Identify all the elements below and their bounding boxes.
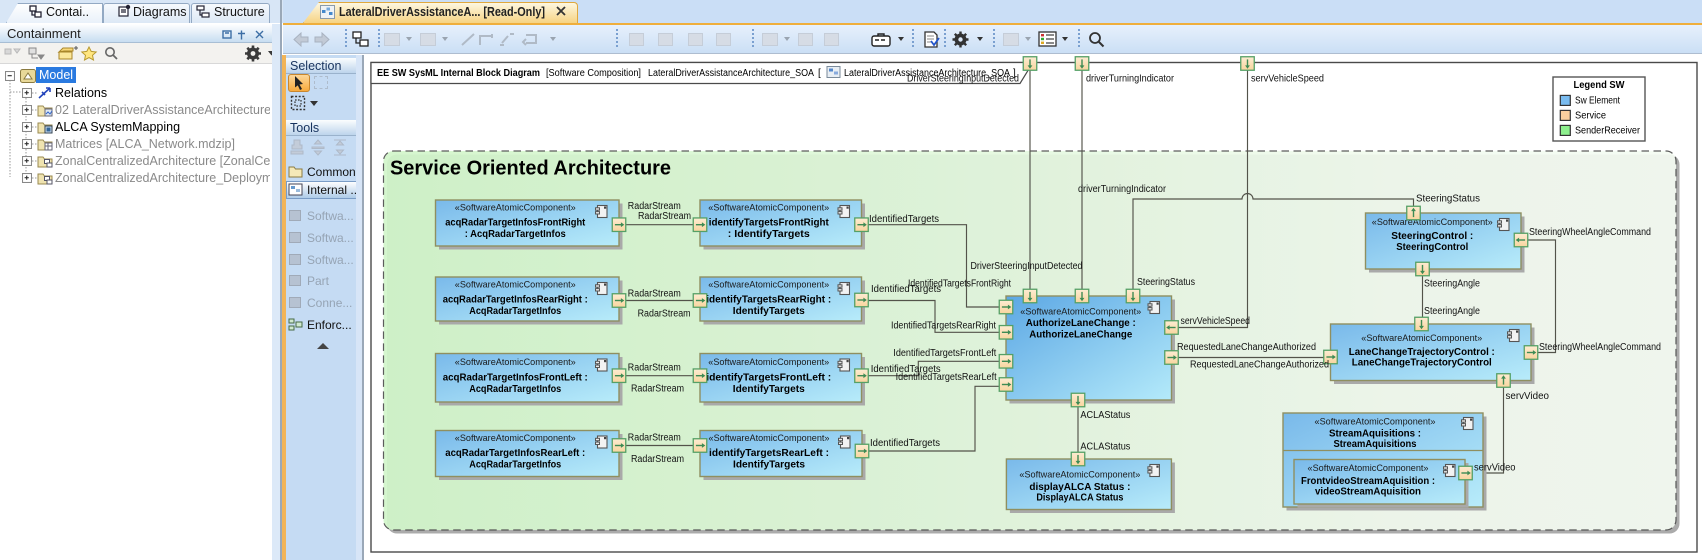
svg-text:[Software Composition]: [Software Composition] [546,68,641,79]
svg-text:displayALCA Status :: displayALCA Status : [1029,482,1130,493]
svg-text:LaneChangeTrajectoryControl: LaneChangeTrajectoryControl [1352,358,1492,369]
svg-text:RadarStream: RadarStream [638,211,691,222]
svg-text:RadarStream: RadarStream [628,433,681,444]
svg-text:AcqRadarTargetInfos: AcqRadarTargetInfos [469,306,561,317]
svg-text:LateralDriverAssistanceA... [R: LateralDriverAssistanceA... [Read-Only] [339,5,545,19]
svg-text:DriverSteeringInputDetected: DriverSteeringInputDetected [971,261,1083,272]
svg-text:IdentifyTargets: IdentifyTargets [733,306,805,317]
svg-text:servVideo: servVideo [1474,462,1516,473]
svg-text:identifyTargetsFrontLeft :: identifyTargetsFrontLeft : [706,372,831,383]
svg-text:servVehicleSpeed: servVehicleSpeed [1181,316,1251,327]
svg-text:AuthorizeLaneChange: AuthorizeLaneChange [1029,330,1132,341]
svg-text:RadarStream: RadarStream [628,289,681,300]
svg-text:RadarStream: RadarStream [638,308,691,319]
svg-text:«SoftwareAtomicComponent»: «SoftwareAtomicComponent» [1372,217,1493,228]
svg-text:DriverSteeringInputDetected: DriverSteeringInputDetected [907,73,1019,84]
svg-text:«SoftwareAtomicComponent»: «SoftwareAtomicComponent» [708,357,829,368]
svg-text:acqRadarTargetInfosRearRight :: acqRadarTargetInfosRearRight : [443,294,588,305]
svg-text:IdentifiedTargetsRearLeft: IdentifiedTargetsRearLeft [896,372,997,383]
svg-text:«SoftwareAtomicComponent»: «SoftwareAtomicComponent» [455,357,576,368]
svg-text:acqRadarTargetInfosFrontRight: acqRadarTargetInfosFrontRight [445,218,586,229]
svg-text:RadarStream: RadarStream [631,383,684,394]
svg-text:«SoftwareAtomicComponent»: «SoftwareAtomicComponent» [1361,333,1482,344]
svg-text:Sw Element: Sw Element [1575,95,1620,106]
svg-text:LaneChangeTrajectoryControl :: LaneChangeTrajectoryControl : [1349,347,1495,358]
svg-text:IdentifiedTargets: IdentifiedTargets [870,438,940,449]
svg-text:«SoftwareAtomicComponent»: «SoftwareAtomicComponent» [708,280,829,291]
svg-text:EE SW SysML Internal Block Dia: EE SW SysML Internal Block Diagram [377,68,540,79]
svg-text:IdentifiedTargetsFrontRight: IdentifiedTargetsFrontRight [908,278,1011,289]
svg-text:servVideo: servVideo [1506,391,1550,402]
svg-text:DisplayALCA Status: DisplayALCA Status [1036,493,1123,504]
svg-text:Service: Service [1575,110,1606,121]
svg-text:IdentifyTargets: IdentifyTargets [733,460,805,471]
svg-text:AcqRadarTargetInfos: AcqRadarTargetInfos [469,460,561,471]
svg-text:acqRadarTargetInfosRearLeft :: acqRadarTargetInfosRearLeft : [445,448,585,459]
svg-text:: AcqRadarTargetInfos: : AcqRadarTargetInfos [465,229,566,240]
svg-text:identifyTargetsRearLeft :: identifyTargetsRearLeft : [709,448,829,459]
svg-text:identifyTargetsFrontRight: identifyTargetsFrontRight [709,218,830,229]
svg-text:SteeringWheelAngleCommand: SteeringWheelAngleCommand [1529,227,1651,238]
svg-text:«SoftwareAtomicComponent»: «SoftwareAtomicComponent» [1315,416,1436,427]
svg-text:ACLAStatus: ACLAStatus [1080,410,1130,421]
svg-text:SteeringStatus: SteeringStatus [1137,277,1195,288]
svg-text:RequestedLaneChangeAuthorized: RequestedLaneChangeAuthorized [1177,342,1316,353]
svg-text:acqRadarTargetInfosFrontLeft :: acqRadarTargetInfosFrontLeft : [443,372,588,383]
svg-text:Service Oriented Architecture: Service Oriented Architecture [390,158,671,180]
svg-text:SenderReceiver: SenderReceiver [1575,125,1641,136]
svg-text:«SoftwareAtomicComponent»: «SoftwareAtomicComponent» [1019,469,1140,480]
svg-text:FrontvideoStreamAquisition :: FrontvideoStreamAquisition : [1301,476,1435,487]
svg-text:IdentifiedTargetsFrontLeft: IdentifiedTargetsFrontLeft [893,348,996,359]
svg-text:SteeringStatus: SteeringStatus [1416,193,1480,204]
svg-text:«SoftwareAtomicComponent»: «SoftwareAtomicComponent» [455,203,576,214]
svg-text:identifyTargetsRearRight :: identifyTargetsRearRight : [706,294,831,305]
svg-text:IdentifiedTargets: IdentifiedTargets [869,214,939,225]
svg-text:videoStreamAquisition: videoStreamAquisition [1315,486,1421,497]
svg-text:RadarStream: RadarStream [628,362,681,373]
svg-text:AuthorizeLaneChange :: AuthorizeLaneChange : [1026,318,1136,329]
svg-text:«SoftwareAtomicComponent»: «SoftwareAtomicComponent» [455,433,576,444]
svg-text:IdentifiedTargetsRearRight: IdentifiedTargetsRearRight [891,320,996,331]
svg-text:SteeringAngle: SteeringAngle [1424,278,1480,289]
svg-text:SteeringAngle: SteeringAngle [1424,306,1480,317]
svg-text:Legend SW: Legend SW [1574,80,1626,91]
svg-text:[: [ [818,68,821,79]
svg-text:SteeringControl: SteeringControl [1396,242,1468,253]
svg-text:«SoftwareAtomicComponent»: «SoftwareAtomicComponent» [1020,307,1141,318]
svg-text:SteeringWheelAngleCommand: SteeringWheelAngleCommand [1539,342,1661,353]
svg-text:LateralDriverAssistanceArchite: LateralDriverAssistanceArchitecture_SOA [648,68,814,79]
svg-text:RadarStream: RadarStream [631,454,684,465]
svg-text:StreamAquisitions: StreamAquisitions [1334,439,1417,450]
svg-text:StreamAquisitions :: StreamAquisitions : [1329,429,1421,440]
svg-text:AcqRadarTargetInfos: AcqRadarTargetInfos [469,384,561,395]
svg-text:«SoftwareAtomicComponent»: «SoftwareAtomicComponent» [708,203,829,214]
svg-text:driverTurningIndicator: driverTurningIndicator [1078,184,1167,195]
svg-text:SteeringControl :: SteeringControl : [1391,231,1473,242]
svg-text:«SoftwareAtomicComponent»: «SoftwareAtomicComponent» [709,433,830,444]
svg-text:servVehicleSpeed: servVehicleSpeed [1251,73,1324,84]
svg-text:«SoftwareAtomicComponent»: «SoftwareAtomicComponent» [1308,463,1429,474]
svg-text:«SoftwareAtomicComponent»: «SoftwareAtomicComponent» [455,280,576,291]
svg-text:IdentifyTargets: IdentifyTargets [733,384,805,395]
svg-text:ACLAStatus: ACLAStatus [1080,442,1130,453]
svg-text:driverTurningIndicator: driverTurningIndicator [1086,73,1175,84]
svg-text:RequestedLaneChangeAuthorized: RequestedLaneChangeAuthorized [1190,359,1329,370]
svg-text:: IdentifyTargets: : IdentifyTargets [728,229,810,240]
